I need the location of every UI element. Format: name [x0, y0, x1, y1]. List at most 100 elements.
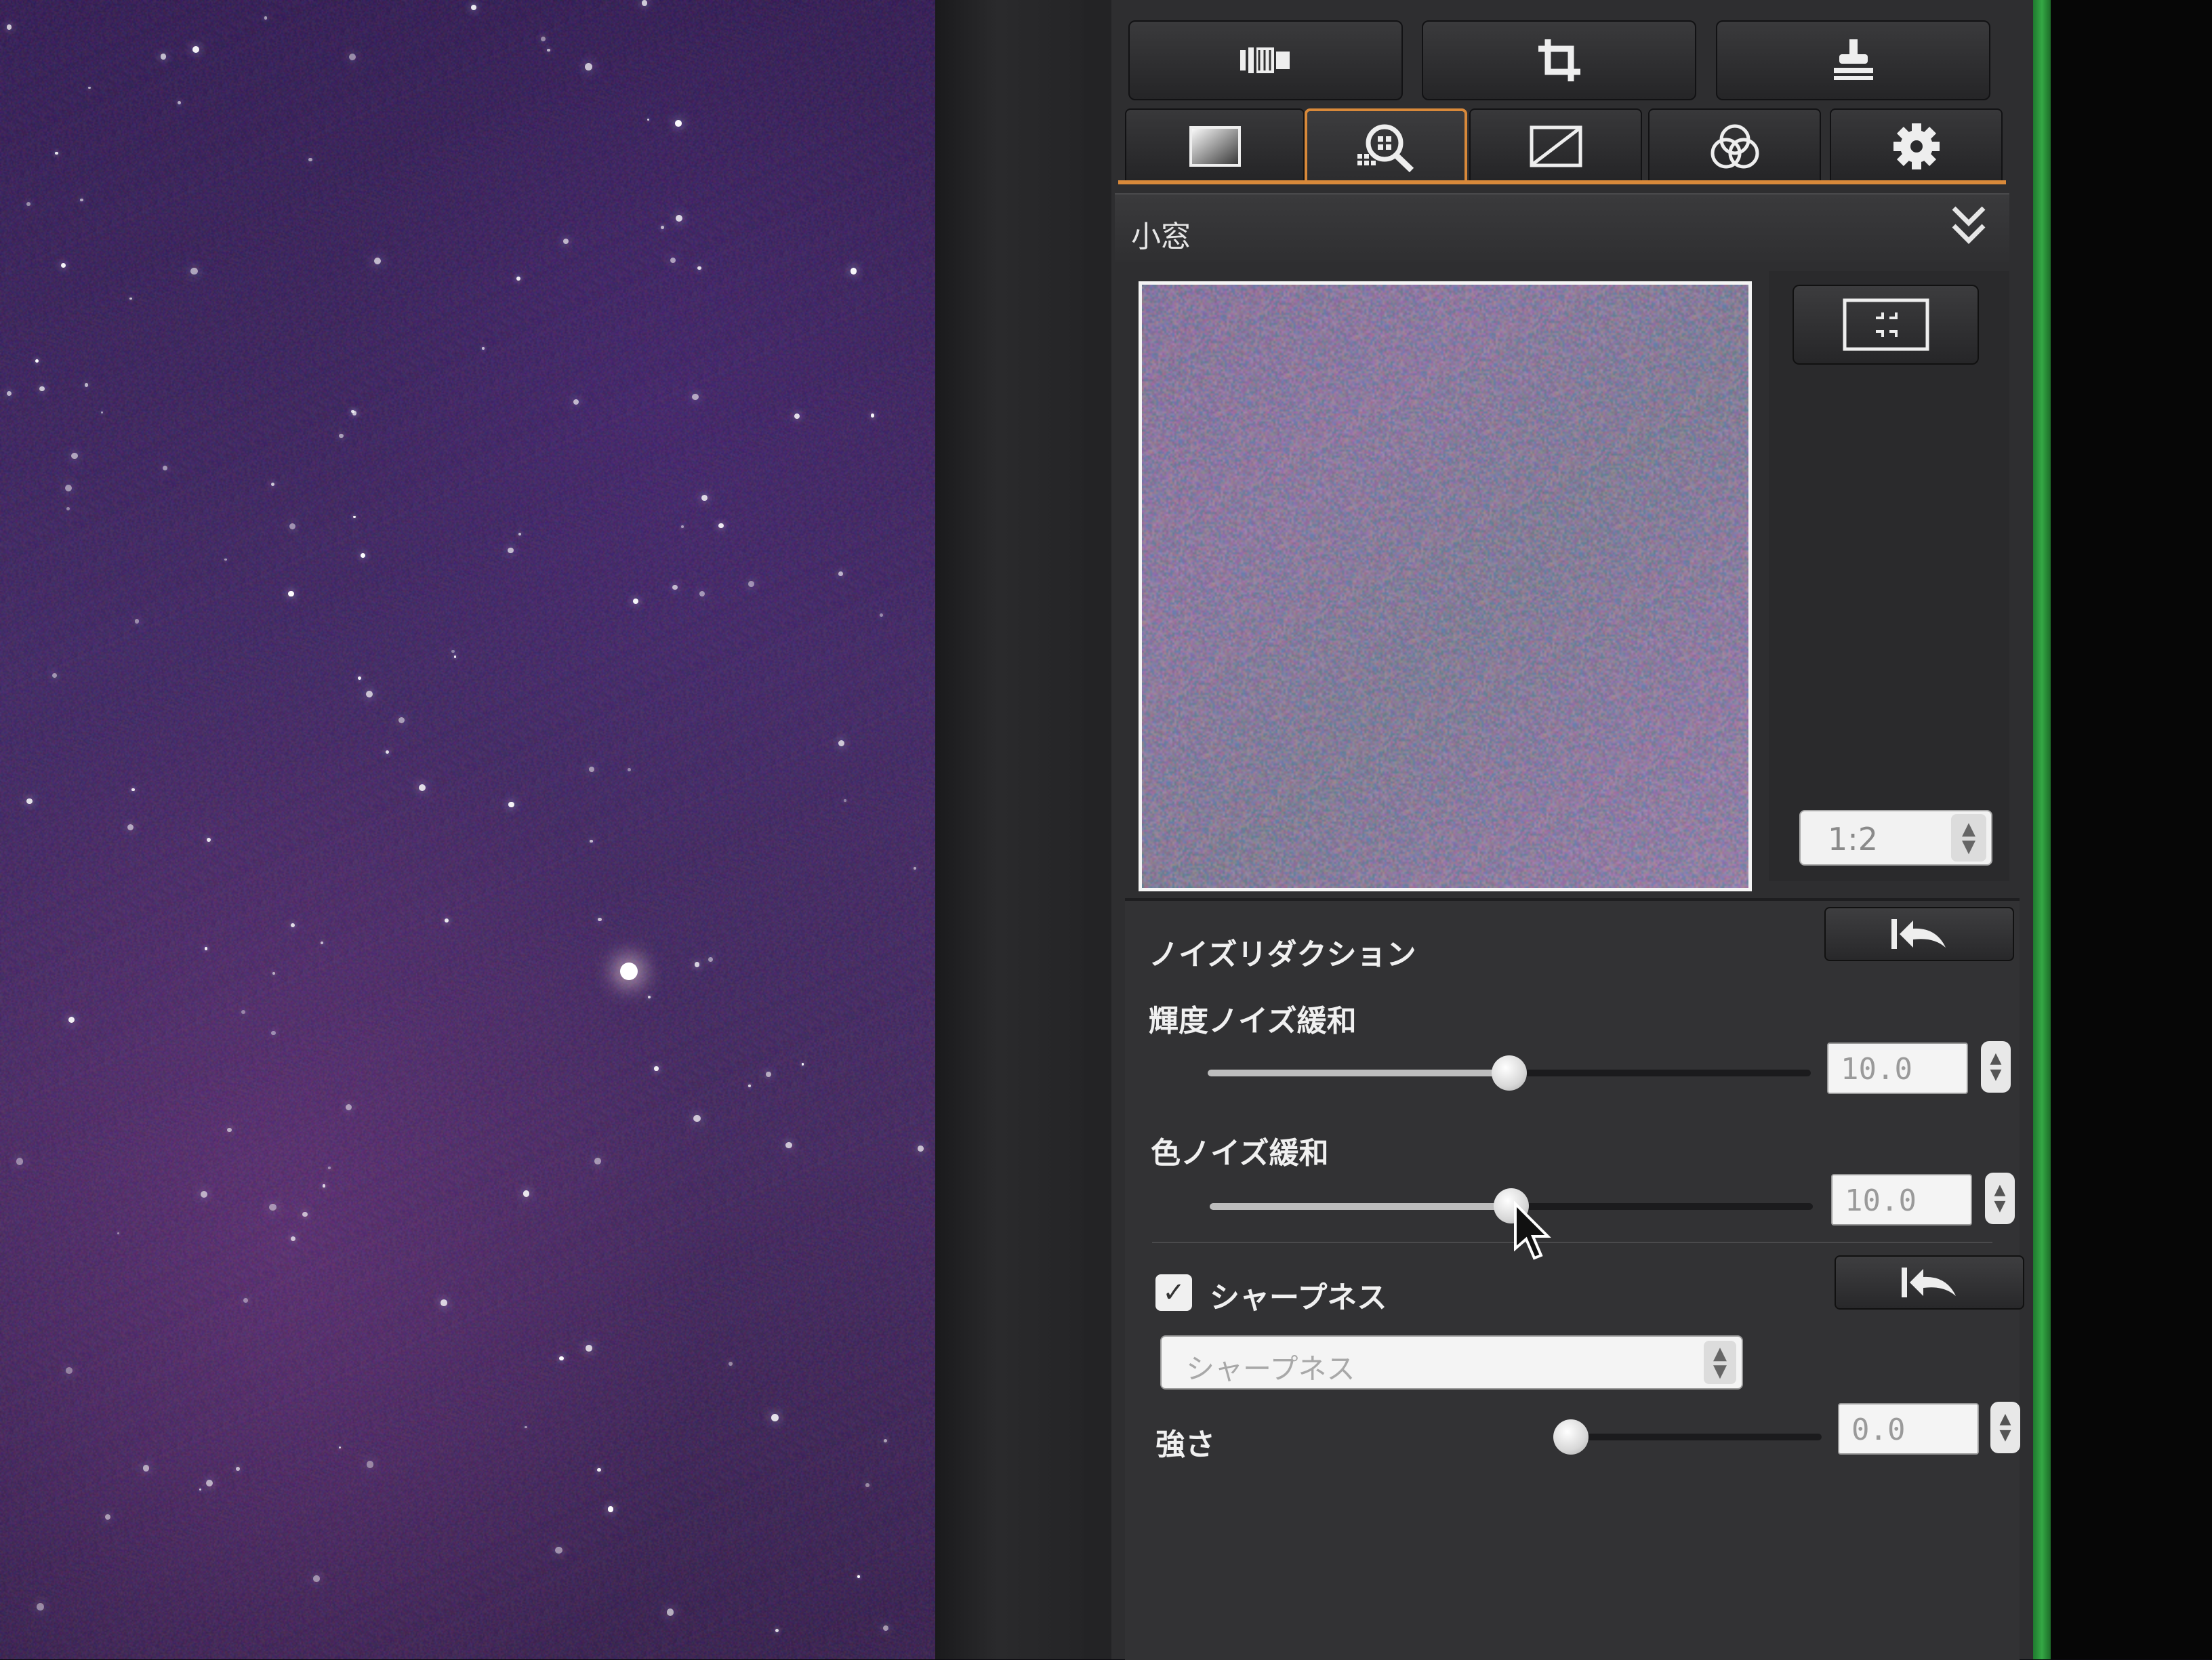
- star: [516, 277, 520, 281]
- star: [747, 580, 754, 587]
- luminance-stepper[interactable]: ▲ ▼: [1981, 1041, 2011, 1093]
- bright-star: [620, 963, 638, 980]
- star: [142, 1465, 150, 1472]
- star: [308, 157, 312, 162]
- noise-reset-button[interactable]: [1824, 907, 2014, 961]
- sharpness-checkbox[interactable]: ✓: [1155, 1274, 1192, 1311]
- lens-correction-button[interactable]: [1128, 20, 1403, 100]
- star: [647, 996, 651, 999]
- preview-noise: [1142, 285, 1748, 888]
- star: [55, 151, 58, 155]
- star: [508, 547, 514, 553]
- star: [129, 297, 132, 300]
- color-slider-fill: [1210, 1203, 1511, 1210]
- tab-color[interactable]: [1648, 108, 1821, 183]
- color-noise-input[interactable]: 10.0: [1831, 1174, 1972, 1226]
- tab-settings[interactable]: [1830, 108, 2003, 183]
- star: [585, 63, 592, 70]
- reset-arrow-icon: [1902, 1268, 1956, 1297]
- fit-to-window-button[interactable]: [1793, 285, 1979, 365]
- zoom-stepper-icon[interactable]: ▲ ▼: [1951, 814, 1986, 862]
- star: [785, 1141, 792, 1149]
- reset-arrow-icon: [1891, 919, 1946, 949]
- photo-noise: [0, 0, 942, 1659]
- color-adjust-icon: [1711, 124, 1759, 169]
- window-margin: [935, 0, 1091, 1659]
- tab-detail[interactable]: [1305, 108, 1467, 183]
- star: [508, 801, 514, 808]
- stamp-button[interactable]: [1716, 20, 1990, 100]
- strength-value: 0.0: [1851, 1413, 1906, 1447]
- star: [131, 788, 135, 792]
- sharpness-type-select[interactable]: シャープネス ▲ ▼: [1160, 1335, 1743, 1390]
- sharpness-type-value: シャープネス: [1186, 1352, 1355, 1385]
- star: [680, 525, 684, 528]
- star: [699, 590, 705, 596]
- star: [547, 49, 550, 52]
- tab-underline: [1118, 180, 2006, 184]
- sharpness-reset-button[interactable]: [1835, 1255, 2024, 1310]
- star: [794, 413, 800, 419]
- star: [672, 584, 678, 590]
- star: [589, 766, 595, 772]
- crop-icon: [1538, 39, 1580, 81]
- star: [857, 1575, 860, 1578]
- star: [70, 452, 78, 460]
- sharpness-select-arrows-icon[interactable]: ▲ ▼: [1704, 1341, 1736, 1384]
- star: [200, 1190, 207, 1198]
- zoom-ratio-select[interactable]: 1:2 ▲ ▼: [1799, 810, 1992, 866]
- star: [718, 523, 724, 529]
- star: [641, 0, 648, 6]
- star: [37, 1602, 44, 1611]
- star: [597, 1467, 601, 1472]
- basic-adjust-icon: [1189, 126, 1241, 167]
- star: [264, 16, 268, 20]
- navigator-header[interactable]: 小窓: [1115, 193, 2009, 262]
- zoom-ratio-value: 1:2: [1828, 821, 1879, 857]
- star: [775, 1628, 779, 1632]
- strength-input[interactable]: 0.0: [1838, 1403, 1979, 1455]
- star: [88, 86, 91, 89]
- star: [701, 495, 708, 502]
- star: [918, 1146, 924, 1152]
- star: [227, 1128, 232, 1133]
- star: [453, 655, 457, 658]
- star: [26, 798, 33, 805]
- luminance-slider-knob[interactable]: [1492, 1055, 1527, 1091]
- navigator-preview[interactable]: [1139, 281, 1752, 891]
- crop-button[interactable]: [1422, 20, 1696, 100]
- stamp-icon: [1833, 39, 1873, 80]
- star: [16, 1158, 23, 1165]
- luminance-noise-input[interactable]: 10.0: [1827, 1042, 1968, 1094]
- star: [160, 54, 167, 60]
- color-noise-stepper[interactable]: ▲ ▼: [1985, 1173, 2015, 1224]
- star: [654, 1066, 659, 1071]
- star: [850, 268, 857, 275]
- luminance-noise-label: 輝度ノイズ緩和: [1149, 1004, 1357, 1038]
- star: [134, 618, 140, 624]
- star: [348, 53, 356, 61]
- star: [518, 533, 521, 536]
- star: [339, 433, 344, 439]
- star: [312, 1575, 320, 1582]
- image-canvas[interactable]: [0, 0, 942, 1659]
- star: [675, 215, 682, 222]
- star: [288, 590, 294, 597]
- star: [844, 799, 846, 802]
- star: [675, 119, 682, 127]
- strength-slider[interactable]: [1571, 1434, 1822, 1440]
- strength-slider-knob[interactable]: [1553, 1419, 1589, 1455]
- collapse-chevrons-icon[interactable]: [1948, 203, 1989, 250]
- star: [607, 1506, 614, 1512]
- tab-basic[interactable]: [1125, 108, 1305, 183]
- settings-gear-icon: [1893, 123, 1940, 169]
- strength-stepper[interactable]: ▲ ▼: [1990, 1402, 2020, 1453]
- star: [52, 672, 57, 678]
- star: [39, 386, 45, 392]
- star: [555, 1546, 562, 1554]
- star: [590, 839, 593, 843]
- sharpness-title: シャープネス: [1210, 1280, 1387, 1315]
- star: [695, 962, 700, 967]
- star: [26, 201, 31, 207]
- tab-tone-curve[interactable]: [1469, 108, 1642, 183]
